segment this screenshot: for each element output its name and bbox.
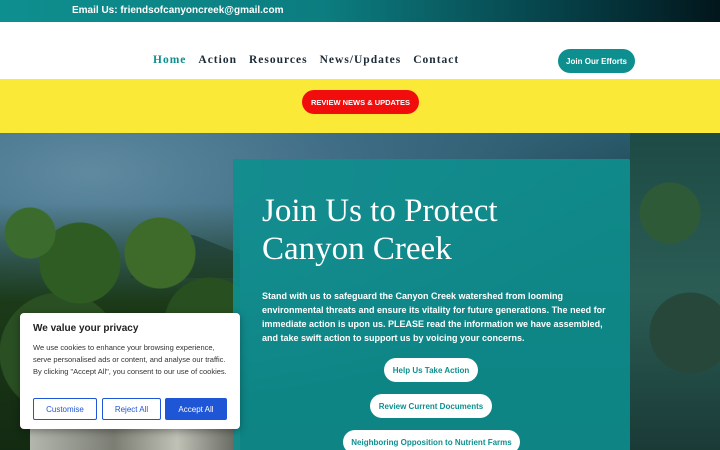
cookie-customise-button[interactable]: Customise	[33, 398, 97, 420]
main-navigation: Home Action Resources News/Updates Conta…	[0, 22, 720, 79]
hero-body-text: Stand with us to safeguard the Canyon Cr…	[262, 291, 606, 343]
cookie-consent-dialog: We value your privacy We use cookies to …	[20, 313, 240, 429]
hero-background-trees-right	[630, 133, 720, 450]
cookie-accept-all-button[interactable]: Accept All	[165, 398, 227, 420]
review-news-updates-button[interactable]: REVIEW NEWS & UPDATES	[302, 90, 419, 114]
announcement-banner: REVIEW NEWS & UPDATES	[0, 79, 720, 133]
cookie-title: We value your privacy	[33, 323, 139, 334]
hero-card: Join Us to Protect Canyon Creek Stand wi…	[233, 159, 630, 450]
email-link[interactable]: Email Us: friendsofcanyoncreek@gmail.com	[72, 5, 283, 16]
nav-item-home[interactable]: Home	[153, 54, 186, 68]
nav-item-news-updates[interactable]: News/Updates	[320, 54, 402, 68]
nav-menu: Home Action Resources News/Updates Conta…	[153, 54, 459, 68]
nav-item-action[interactable]: Action	[198, 54, 237, 68]
neighboring-opposition-button[interactable]: Neighboring Opposition to Nutrient Farms	[343, 430, 520, 450]
top-bar: Email Us: friendsofcanyoncreek@gmail.com	[0, 0, 720, 22]
nav-item-contact[interactable]: Contact	[413, 54, 459, 68]
help-us-take-action-button[interactable]: Help Us Take Action	[384, 358, 478, 382]
review-current-documents-button[interactable]: Review Current Documents	[370, 394, 492, 418]
nav-item-resources[interactable]: Resources	[249, 54, 308, 68]
hero-title: Join Us to Protect Canyon Creek	[262, 193, 498, 267]
cookie-reject-all-button[interactable]: Reject All	[102, 398, 161, 420]
cookie-text: We use cookies to enhance your browsing …	[33, 343, 227, 376]
join-our-efforts-button[interactable]: Join Our Efforts	[558, 49, 635, 73]
